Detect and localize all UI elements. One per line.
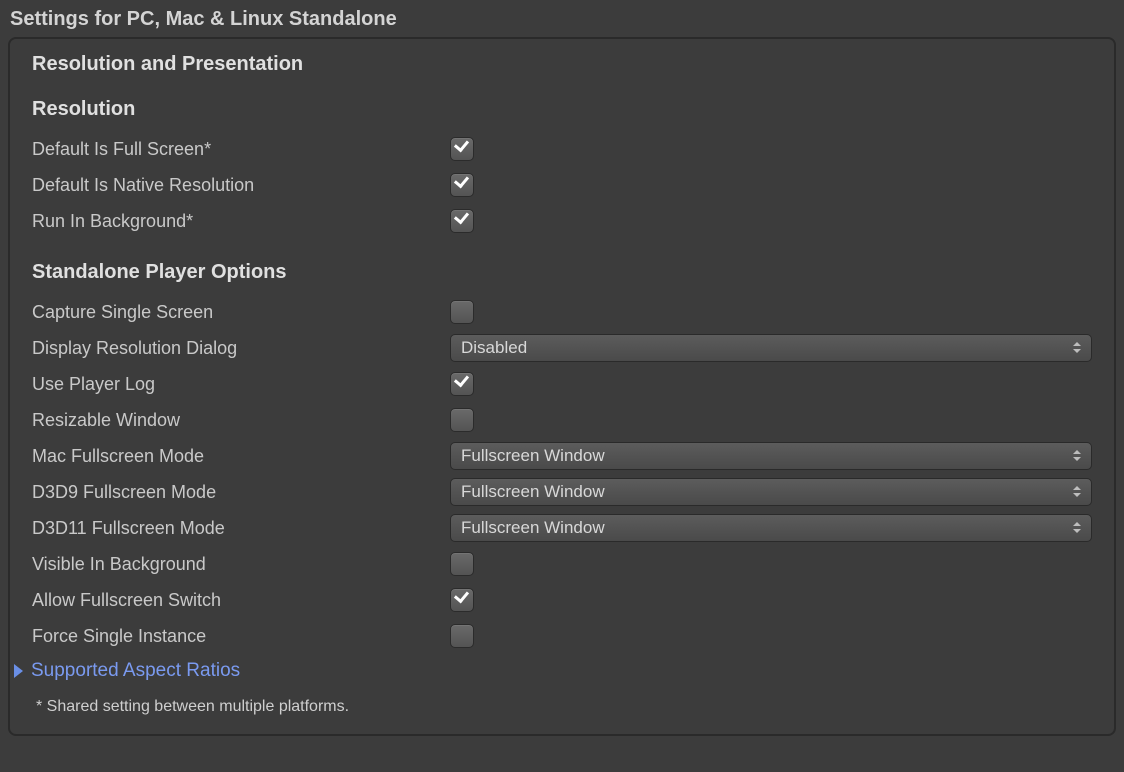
row-mac-fullscreen-mode: Mac Fullscreen Mode Fullscreen Window: [32, 438, 1092, 474]
dropdown-d3d9-fullscreen-mode[interactable]: Fullscreen Window: [450, 478, 1092, 506]
arrow-right-icon: [14, 664, 23, 678]
row-visible-in-background: Visible In Background: [32, 546, 1092, 582]
checkbox-run-in-background[interactable]: [450, 209, 474, 233]
settings-window: Settings for PC, Mac & Linux Standalone …: [0, 0, 1124, 744]
chevron-up-down-icon: [1071, 518, 1083, 536]
label-mac-fullscreen-mode: Mac Fullscreen Mode: [32, 446, 450, 467]
label-run-in-background: Run In Background*: [32, 211, 450, 232]
row-display-res-dialog: Display Resolution Dialog Disabled: [32, 330, 1092, 366]
checkbox-resizable-window[interactable]: [450, 408, 474, 432]
row-default-native-res: Default Is Native Resolution: [32, 167, 1092, 203]
dropdown-value-mac-fullscreen-mode: Fullscreen Window: [461, 446, 605, 466]
window-title: Settings for PC, Mac & Linux Standalone: [8, 4, 1116, 37]
label-visible-in-background: Visible In Background: [32, 554, 450, 575]
label-display-res-dialog: Display Resolution Dialog: [32, 338, 450, 359]
label-force-single-instance: Force Single Instance: [32, 626, 450, 647]
row-allow-fullscreen-switch: Allow Fullscreen Switch: [32, 582, 1092, 618]
label-resizable-window: Resizable Window: [32, 410, 450, 431]
checkbox-capture-single-screen[interactable]: [450, 300, 474, 324]
chevron-up-down-icon: [1071, 482, 1083, 500]
label-supported-aspect-ratios: Supported Aspect Ratios: [31, 660, 240, 682]
dropdown-value-display-res-dialog: Disabled: [461, 338, 527, 358]
foldout-supported-aspect-ratios[interactable]: Supported Aspect Ratios: [14, 654, 1092, 688]
checkbox-force-single-instance[interactable]: [450, 624, 474, 648]
label-use-player-log: Use Player Log: [32, 374, 450, 395]
dropdown-value-d3d9-fullscreen-mode: Fullscreen Window: [461, 482, 605, 502]
label-default-native-res: Default Is Native Resolution: [32, 175, 450, 196]
row-capture-single-screen: Capture Single Screen: [32, 294, 1092, 330]
checkbox-default-fullscreen[interactable]: [450, 137, 474, 161]
footnote-shared-setting: * Shared setting between multiple platfo…: [32, 688, 1092, 716]
checkbox-use-player-log[interactable]: [450, 372, 474, 396]
row-default-fullscreen: Default Is Full Screen*: [32, 131, 1092, 167]
dropdown-d3d11-fullscreen-mode[interactable]: Fullscreen Window: [450, 514, 1092, 542]
chevron-up-down-icon: [1071, 338, 1083, 356]
checkbox-visible-in-background[interactable]: [450, 552, 474, 576]
label-allow-fullscreen-switch: Allow Fullscreen Switch: [32, 590, 450, 611]
chevron-up-down-icon: [1071, 446, 1083, 464]
label-default-fullscreen: Default Is Full Screen*: [32, 139, 450, 160]
dropdown-mac-fullscreen-mode[interactable]: Fullscreen Window: [450, 442, 1092, 470]
label-capture-single-screen: Capture Single Screen: [32, 302, 450, 323]
row-force-single-instance: Force Single Instance: [32, 618, 1092, 654]
row-resizable-window: Resizable Window: [32, 402, 1092, 438]
label-d3d11-fullscreen-mode: D3D11 Fullscreen Mode: [32, 518, 450, 539]
label-d3d9-fullscreen-mode: D3D9 Fullscreen Mode: [32, 482, 450, 503]
checkbox-allow-fullscreen-switch[interactable]: [450, 588, 474, 612]
row-d3d9-fullscreen-mode: D3D9 Fullscreen Mode Fullscreen Window: [32, 474, 1092, 510]
standalone-heading: Standalone Player Options: [32, 239, 1092, 294]
resolution-heading: Resolution: [32, 88, 1092, 131]
row-use-player-log: Use Player Log: [32, 366, 1092, 402]
checkbox-default-native-res[interactable]: [450, 173, 474, 197]
resolution-presentation-panel: Resolution and Presentation Resolution D…: [8, 37, 1116, 736]
dropdown-value-d3d11-fullscreen-mode: Fullscreen Window: [461, 518, 605, 538]
row-d3d11-fullscreen-mode: D3D11 Fullscreen Mode Fullscreen Window: [32, 510, 1092, 546]
row-run-in-background: Run In Background*: [32, 203, 1092, 239]
dropdown-display-res-dialog[interactable]: Disabled: [450, 334, 1092, 362]
section-title: Resolution and Presentation: [32, 49, 1092, 88]
